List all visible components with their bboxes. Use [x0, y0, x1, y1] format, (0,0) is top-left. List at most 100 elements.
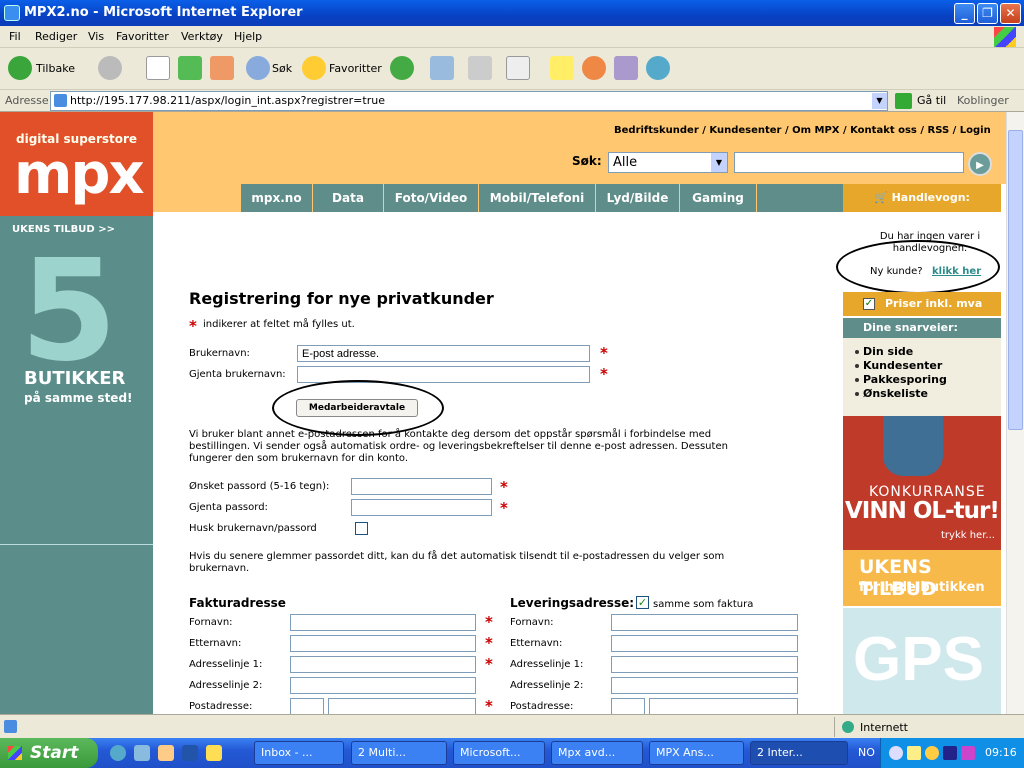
mail-icon[interactable] — [430, 56, 454, 80]
research-icon[interactable] — [614, 56, 638, 80]
search-category-select[interactable]: Alle ▼ — [608, 152, 728, 173]
taskbar-inbox[interactable]: Inbox - ... — [254, 741, 344, 765]
tab-data[interactable]: Data — [313, 184, 384, 212]
tray-audio-icon[interactable] — [943, 746, 957, 760]
address-url[interactable]: http://195.177.98.211/aspx/login_int.asp… — [70, 94, 385, 107]
page-status-icon — [4, 720, 17, 733]
taskbar-internet-explorer[interactable]: 2 Inter... — [750, 741, 848, 765]
taskbar-microsoft[interactable]: Microsoft... — [453, 741, 545, 765]
menu-hjelp[interactable]: Hjelp — [234, 30, 262, 43]
faktura-poststed-input[interactable] — [328, 698, 476, 714]
clock[interactable]: 09:16 — [985, 746, 1017, 759]
snarvei-onskeliste[interactable]: Ønskeliste — [854, 387, 928, 400]
history-icon[interactable] — [390, 56, 414, 80]
close-button[interactable]: ✕ — [1000, 3, 1021, 24]
snarvei-din-side[interactable]: Din side — [854, 345, 913, 358]
links-label[interactable]: Koblinger — [957, 94, 1009, 107]
print-icon[interactable] — [468, 56, 492, 80]
tab-gaming[interactable]: Gaming — [680, 184, 757, 212]
tab-foto-video[interactable]: Foto/Video — [384, 184, 479, 212]
users-icon[interactable] — [646, 56, 670, 80]
tray-app-icon[interactable] — [961, 746, 975, 760]
priser-mva-label: Priser inkl. mva — [885, 297, 983, 310]
go-button[interactable]: Gå til — [917, 94, 946, 107]
snarvei-pakkesporing[interactable]: Pakkesporing — [855, 373, 947, 386]
husk-checkbox[interactable] — [355, 522, 368, 535]
samme-som-faktura-checkbox[interactable]: ✓ — [636, 596, 649, 609]
stop-icon[interactable] — [146, 56, 170, 80]
menu-fil[interactable]: Fil — [9, 30, 21, 43]
taskbar-mpx-ans[interactable]: MPX Ans... — [649, 741, 744, 765]
search-icon[interactable] — [246, 56, 270, 80]
brukernavn-label: Brukernavn: — [189, 348, 250, 359]
mpx-logo[interactable]: digital superstore mpx — [0, 112, 153, 216]
ad-konkurranse[interactable]: KONKURRANSE VINN OL-tur! trykk her... — [843, 416, 1001, 550]
ad-gps[interactable]: GPS — [843, 608, 1001, 714]
top-links[interactable]: Bedriftskunder / Kundesenter / Om MPX / … — [614, 125, 991, 136]
maximize-button[interactable]: ❐ — [977, 3, 998, 24]
forward-icon[interactable] — [98, 56, 122, 80]
faktura-adresse1-input[interactable] — [290, 656, 476, 673]
quicklaunch-outlook-icon[interactable] — [158, 745, 174, 761]
scrollbar-thumb[interactable] — [1008, 130, 1023, 430]
quicklaunch-ie-icon[interactable] — [110, 745, 126, 761]
info-text-2: bestillingen. Vi sender også automatisk … — [189, 441, 728, 452]
search-go-icon[interactable]: ▶ — [968, 152, 992, 176]
favorites-star-icon[interactable] — [302, 56, 326, 80]
quicklaunch-desktop-icon[interactable] — [134, 745, 150, 761]
passord-input[interactable] — [351, 478, 492, 495]
chevron-down-icon[interactable]: ▼ — [711, 153, 727, 172]
tray-clock-icon[interactable] — [925, 746, 939, 760]
levering-adresse1-input[interactable] — [611, 656, 798, 673]
quicklaunch-m-icon[interactable] — [182, 745, 198, 761]
faktura-adresse2-input[interactable] — [290, 677, 476, 694]
levering-fornavn-input[interactable] — [611, 614, 798, 631]
vertical-scrollbar[interactable] — [1006, 112, 1024, 714]
cart-header[interactable]: 🛒 Handlevogn: — [843, 184, 1001, 212]
tab-mpx[interactable]: mpx.no — [241, 184, 313, 212]
levering-postnr-input[interactable] — [611, 698, 645, 714]
levering-etternavn-input[interactable] — [611, 635, 798, 652]
go-arrow-icon[interactable] — [895, 93, 912, 109]
messenger-icon[interactable] — [582, 56, 606, 80]
menu-vis[interactable]: Vis — [88, 30, 104, 43]
taskbar-multi[interactable]: 2 Multi... — [351, 741, 447, 765]
snarvei-kundesenter[interactable]: Kundesenter — [854, 359, 942, 372]
tray-back-icon[interactable] — [889, 746, 903, 760]
home-icon[interactable] — [210, 56, 234, 80]
menu-rediger[interactable]: Rediger — [35, 30, 77, 43]
address-dropdown-icon[interactable]: ▼ — [872, 93, 887, 109]
quicklaunch-folder-icon[interactable] — [206, 745, 222, 761]
tab-mobil-telefoni[interactable]: Mobil/Telefoni — [479, 184, 596, 212]
taskbar-mpx-avd[interactable]: Mpx avd... — [551, 741, 643, 765]
gjenta-passord-input[interactable] — [351, 499, 492, 516]
levering-poststed-input[interactable] — [649, 698, 798, 714]
ad-ukens-tilbud[interactable]: UKENS TILBUD for hele butikken — [843, 550, 1001, 606]
search-input[interactable] — [734, 152, 964, 173]
priser-mva-bar[interactable]: ✓ Priser inkl. mva — [843, 292, 1001, 316]
address-label: Adresse — [5, 94, 49, 107]
notes-icon[interactable] — [550, 56, 574, 80]
faktura-fornavn-input[interactable] — [290, 614, 476, 631]
edit-icon[interactable] — [506, 56, 530, 80]
priser-mva-checkbox[interactable]: ✓ — [863, 298, 875, 310]
start-button[interactable]: Start — [0, 738, 98, 768]
faktura-etternavn-input[interactable] — [290, 635, 476, 652]
tray-mail-icon[interactable] — [907, 746, 921, 760]
favorites-button[interactable]: Favoritter — [329, 62, 382, 75]
cart-label: Handlevogn: — [891, 191, 970, 204]
back-button[interactable]: Tilbake — [36, 62, 75, 75]
brukernavn-input[interactable] — [297, 345, 590, 362]
faktura-postnr-input[interactable] — [290, 698, 324, 714]
refresh-icon[interactable] — [178, 56, 202, 80]
promo-samme-sted: på samme sted! — [24, 391, 133, 405]
menu-favoritter[interactable]: Favoritter — [116, 30, 169, 43]
language-indicator[interactable]: NO — [858, 746, 875, 759]
left-promo-banner[interactable]: UKENS TILBUD >> 5 BUTIKKER på samme sted… — [0, 216, 153, 714]
menu-verktoy[interactable]: Verktøy — [181, 30, 223, 43]
minimize-button[interactable]: _ — [954, 3, 975, 24]
search-button[interactable]: Søk — [272, 62, 292, 75]
tab-lyd-bilde[interactable]: Lyd/Bilde — [596, 184, 680, 212]
levering-adresse2-input[interactable] — [611, 677, 798, 694]
back-icon[interactable] — [8, 56, 32, 80]
